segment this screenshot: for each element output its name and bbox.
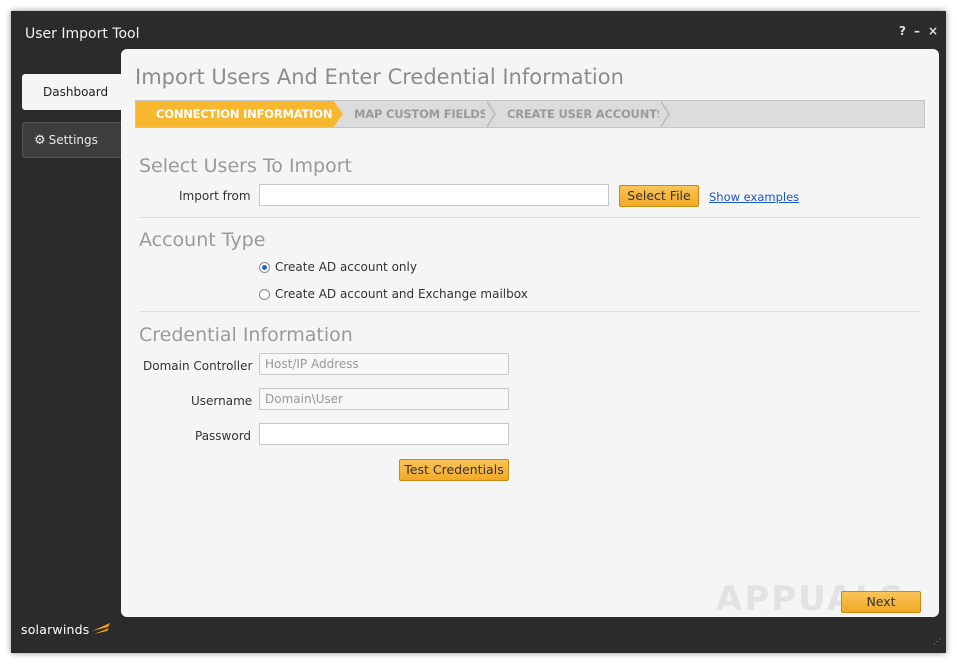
select-file-button[interactable]: Select File	[619, 185, 699, 207]
domain-controller-label: Domain Controller	[143, 359, 253, 373]
nav-tab-settings[interactable]: ⚙ Settings	[22, 122, 132, 158]
brand-label: solarwinds	[21, 621, 90, 637]
nav-tab-settings-label: Settings	[48, 133, 98, 147]
radio-ad-exchange-label: Create AD account and Exchange mailbox	[275, 287, 528, 301]
step-separator-inner	[659, 100, 668, 128]
section-title-select-users: Select Users To Import	[139, 155, 352, 177]
password-input[interactable]	[259, 423, 509, 445]
step-separator-inner	[485, 100, 494, 128]
radio-button[interactable]	[259, 288, 270, 300]
radio-ad-only-label: Create AD account only	[275, 260, 417, 274]
import-from-input[interactable]	[259, 184, 609, 206]
section-title-account-type: Account Type	[139, 229, 266, 251]
help-icon[interactable]: ?	[899, 24, 906, 38]
solarwinds-logo-icon	[91, 623, 110, 634]
section-title-credentials: Credential Information	[139, 324, 353, 346]
radio-ad-exchange[interactable]: Create AD account and Exchange mailbox	[259, 287, 528, 301]
username-input[interactable]: Domain\User	[259, 388, 509, 410]
username-label: Username	[191, 394, 253, 408]
window-title: User Import Tool	[25, 26, 140, 42]
step-create-user-accounts[interactable]: CREATE USER ACCOUNTS	[507, 101, 665, 127]
window-controls: ? – ×	[899, 24, 938, 38]
step-connection-information[interactable]: CONNECTION INFORMATION	[136, 101, 333, 127]
divider	[139, 217, 921, 218]
import-from-label: Import from	[179, 189, 251, 203]
show-examples-link[interactable]: Show examples	[709, 190, 799, 204]
nav-tab-dashboard-label: Dashboard	[43, 85, 109, 99]
radio-button-checked[interactable]	[259, 261, 270, 273]
wizard-steps: CONNECTION INFORMATION MAP CUSTOM FIELDS…	[135, 100, 925, 128]
nav-tab-dashboard[interactable]: Dashboard	[22, 74, 134, 110]
password-label: Password	[195, 429, 252, 443]
app-window: User Import Tool ? – × Dashboard ⚙ Setti…	[11, 11, 946, 653]
divider	[139, 311, 921, 312]
step-map-custom-fields[interactable]: MAP CUSTOM FIELDS	[354, 101, 488, 127]
step-arrow	[333, 100, 343, 128]
resize-grip-icon[interactable]: ⋰	[933, 638, 943, 650]
test-credentials-button[interactable]: Test Credentials	[399, 459, 509, 481]
gear-icon: ⚙	[34, 132, 46, 148]
radio-ad-only[interactable]: Create AD account only	[259, 260, 417, 274]
domain-controller-input[interactable]: Host/IP Address	[259, 353, 509, 375]
minimize-icon[interactable]: –	[914, 24, 920, 38]
main-panel: Import Users And Enter Credential Inform…	[121, 49, 939, 619]
solarwinds-logo: solarwinds	[21, 621, 112, 637]
page-title: Import Users And Enter Credential Inform…	[135, 65, 624, 89]
close-icon[interactable]: ×	[928, 24, 938, 38]
next-button[interactable]: Next	[841, 591, 921, 613]
